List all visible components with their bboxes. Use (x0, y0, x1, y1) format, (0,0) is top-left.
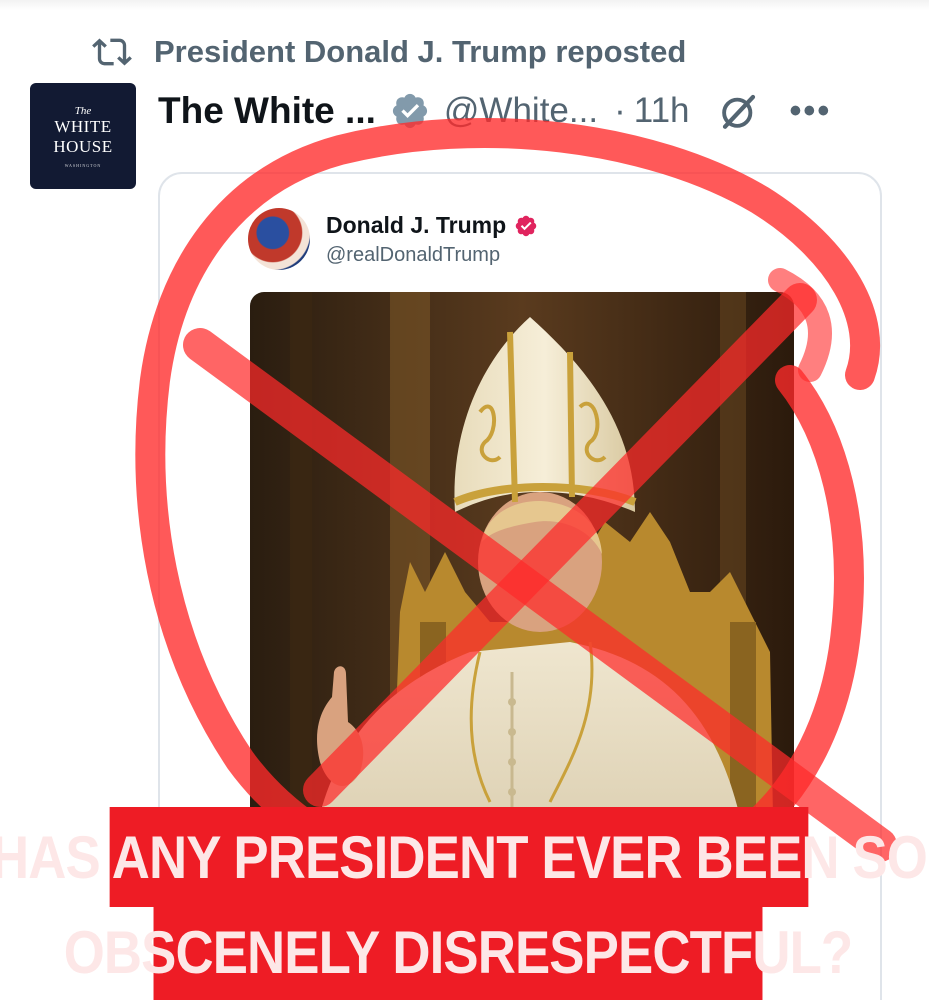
repost-label: President Donald J. Trump reposted (154, 34, 687, 69)
grok-icon[interactable] (718, 90, 760, 132)
separator-dot: · (614, 91, 626, 130)
verified-icon (515, 215, 537, 236)
repost-icon (92, 38, 132, 66)
pope-figure-image[interactable] (250, 292, 794, 872)
gray-verified-icon[interactable] (390, 91, 430, 131)
quoted-author-avatar[interactable] (248, 208, 310, 270)
post-header: The White ... @White... · 11h ••• (158, 84, 898, 138)
avatar-text-house: HOUSE (53, 136, 113, 156)
avatar-text-the: The (74, 104, 92, 117)
repost-context[interactable]: President Donald J. Trump reposted (92, 30, 686, 74)
author-handle[interactable]: @White... (444, 91, 598, 131)
caption-line-1: HAS ANY PRESIDENT EVER BEEN SO (0, 807, 928, 907)
avatar[interactable]: The WHITE HOUSE WASHINGTON (30, 83, 136, 189)
quoted-author-row: Donald J. Trump (326, 212, 538, 239)
post-timestamp[interactable]: 11h (634, 91, 690, 131)
caption-line-2: OBSCENELY DISRESPECTFUL? (64, 905, 853, 1000)
avatar-text-washington: WASHINGTON (64, 162, 102, 168)
more-icon[interactable]: ••• (790, 92, 832, 131)
avatar-text-white: WHITE (54, 116, 112, 136)
author-display-name[interactable]: The White ... (158, 90, 376, 132)
quoted-author-name[interactable]: Donald J. Trump (326, 212, 506, 239)
top-divider (0, 0, 929, 10)
quoted-author-handle[interactable]: @realDonaldTrump (326, 244, 500, 267)
